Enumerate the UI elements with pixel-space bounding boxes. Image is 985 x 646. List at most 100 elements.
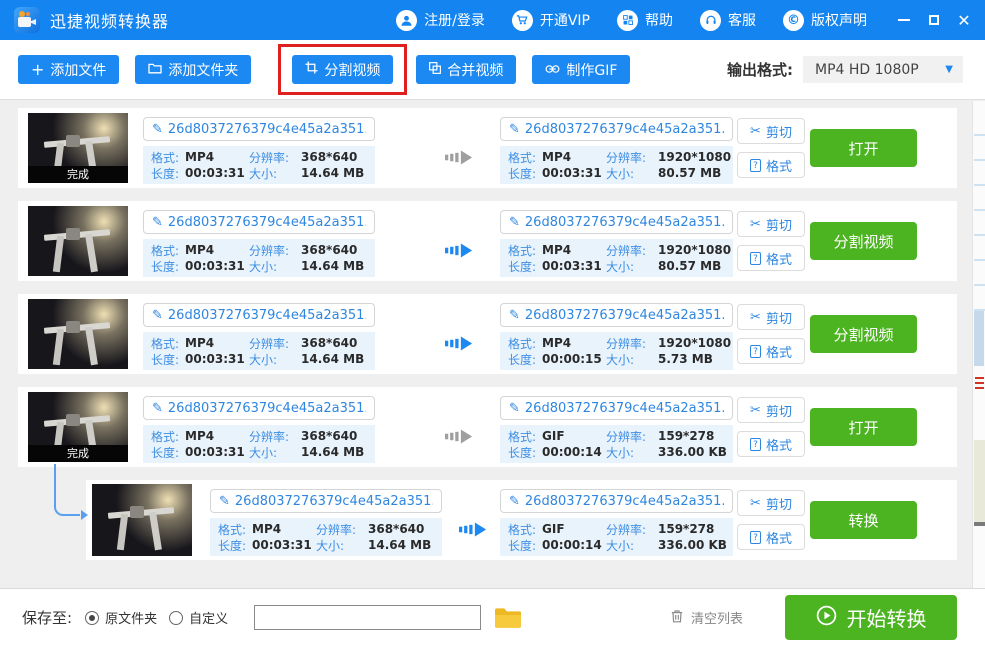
length-label: 长度: (508, 351, 542, 368)
minimize-button[interactable] (897, 13, 911, 27)
merge-icon (429, 62, 441, 78)
clear-list-button[interactable]: 清空列表 (670, 608, 743, 627)
output-info-panel: 格式: MP4 分辨率: 1920*1080 长度: 00:03:31 大小: … (500, 146, 733, 184)
vip-menu-item[interactable]: 开通VIP (512, 10, 590, 31)
edit-pencil-icon: ✎ (509, 215, 520, 230)
radio-original-folder-label[interactable]: 原文件夹 (105, 608, 157, 627)
convert-direction-icon (445, 428, 473, 445)
format-button[interactable]: ? 格式 (737, 524, 805, 550)
copyright-icon: © (783, 10, 804, 31)
source-filename-field[interactable]: ✎ 26d8037276379c4e45a2a351... (143, 303, 375, 327)
output-info-panel: 格式: MP4 分辨率: 1920*1080 长度: 00:00:15 大小: … (500, 332, 733, 370)
save-to-label: 保存至: (22, 607, 72, 628)
login-menu-item[interactable]: 注册/登录 (396, 10, 485, 31)
output-filename-field[interactable]: ✎ 26d8037276379c4e45a2a351... (500, 303, 733, 327)
size-value: 14.64 MB (301, 445, 371, 459)
format-button[interactable]: ? 格式 (737, 152, 805, 178)
cut-button[interactable]: ✂ 剪切 (737, 490, 805, 516)
clear-list-label: 清空列表 (691, 608, 743, 627)
resolution-value: 159*278 (658, 429, 729, 443)
source-filename-field[interactable]: ✎ 26d8037276379c4e45a2a351... (143, 210, 375, 234)
length-value: 00:00:14 (542, 538, 606, 552)
size-value: 14.64 MB (368, 538, 438, 552)
format-button[interactable]: ? 格式 (737, 338, 805, 364)
radio-custom-label[interactable]: 自定义 (189, 608, 228, 627)
header-menu: 注册/登录 开通VIP 帮助 客服 © (396, 10, 867, 31)
output-filename-field[interactable]: ✎ 26d8037276379c4e45a2a351... (500, 210, 733, 234)
folder-icon (494, 617, 522, 632)
size-label: 大小: (606, 537, 658, 554)
size-value: 336.00 KB (658, 538, 729, 552)
app-title: 迅捷视频转换器 (50, 8, 169, 32)
row-action-button[interactable]: 分割视频 (810, 222, 917, 260)
maximize-button[interactable] (927, 13, 941, 27)
output-filename: 26d8037276379c4e45a2a351... (525, 215, 724, 230)
length-value: 00:03:31 (542, 166, 606, 180)
output-filename: 26d8037276379c4e45a2a351... (525, 122, 724, 137)
radio-original-folder[interactable] (85, 611, 99, 625)
source-info-panel: 格式: MP4 分辨率: 368*640 长度: 00:03:31 大小: 14… (143, 425, 375, 463)
format-btn-label: 格式 (766, 435, 792, 454)
edit-pencil-icon: ✎ (509, 401, 520, 416)
video-thumbnail: 完成 (28, 113, 128, 183)
output-filename-field[interactable]: ✎ 26d8037276379c4e45a2a351... (500, 117, 733, 141)
custom-path-input[interactable] (254, 605, 481, 630)
format-value: MP4 (185, 243, 249, 257)
service-menu-item[interactable]: 客服 (700, 10, 756, 31)
row-action-button[interactable]: 打开 (810, 129, 917, 167)
size-value: 336.00 KB (658, 445, 729, 459)
format-value: MP4 (252, 522, 316, 536)
cut-button[interactable]: ✂ 剪切 (737, 118, 805, 144)
size-value: 80.57 MB (658, 166, 731, 180)
folder-outline-icon (148, 62, 162, 78)
plus-icon: + (31, 62, 44, 78)
add-file-button[interactable]: + 添加文件 (18, 55, 119, 84)
cut-button[interactable]: ✂ 剪切 (737, 211, 805, 237)
size-value: 5.73 MB (658, 352, 731, 366)
grid-icon (617, 10, 638, 31)
help-menu-item[interactable]: 帮助 (617, 10, 673, 31)
convert-direction-icon (445, 335, 473, 352)
scrollbar-thumb[interactable] (974, 311, 984, 366)
vip-label: 开通VIP (540, 10, 590, 30)
radio-custom[interactable] (169, 611, 183, 625)
close-button[interactable]: ✕ (957, 13, 971, 27)
add-folder-button[interactable]: 添加文件夹 (135, 55, 251, 84)
source-filename-field[interactable]: ✎ 26d8037276379c4e45a2a351... (143, 396, 375, 420)
output-filename-field[interactable]: ✎ 26d8037276379c4e45a2a351... (500, 489, 733, 513)
source-info-panel: 格式: MP4 分辨率: 368*640 长度: 00:03:31 大小: 14… (143, 239, 375, 277)
format-btn-label: 格式 (766, 249, 792, 268)
format-button[interactable]: ? 格式 (737, 431, 805, 457)
clipped-red-artifact (975, 377, 984, 392)
format-label: 格式: (151, 428, 185, 445)
format-value: MP4 (185, 150, 249, 164)
resolution-value: 1920*1080 (658, 336, 731, 350)
row-action-button[interactable]: 打开 (810, 408, 917, 446)
make-gif-button[interactable]: 制作GIF (532, 55, 630, 84)
split-video-button[interactable]: 分割视频 (292, 55, 393, 84)
source-filename-field[interactable]: ✎ 26d8037276379c4e45a2a351... (210, 489, 442, 513)
cut-button[interactable]: ✂ 剪切 (737, 304, 805, 330)
cut-button[interactable]: ✂ 剪切 (737, 397, 805, 423)
output-format-select[interactable]: MP4 HD 1080P ▼ (803, 56, 963, 83)
source-filename-field[interactable]: ✎ 26d8037276379c4e45a2a351... (143, 117, 375, 141)
thumbnail-highlight (92, 484, 192, 556)
row-action-button[interactable]: 分割视频 (810, 315, 917, 353)
size-label: 大小: (316, 537, 368, 554)
resolution-value: 368*640 (301, 429, 371, 443)
format-value: MP4 (185, 336, 249, 350)
row-action-button[interactable]: 转换 (810, 501, 917, 539)
output-filename-field[interactable]: ✎ 26d8037276379c4e45a2a351... (500, 396, 733, 420)
merge-video-button[interactable]: 合并视频 (416, 55, 516, 84)
resolution-value: 368*640 (301, 243, 371, 257)
start-convert-button[interactable]: 开始转换 (785, 595, 957, 640)
format-button[interactable]: ? 格式 (737, 245, 805, 271)
output-filename: 26d8037276379c4e45a2a351... (525, 494, 724, 509)
list-item: 完成 ✎ 26d8037276379c4e45a2a351... 格式: MP4… (0, 480, 985, 560)
size-label: 大小: (606, 258, 658, 275)
browse-folder-button[interactable] (494, 607, 522, 629)
connector-arrow-icon (81, 510, 88, 520)
format-value: MP4 (542, 243, 606, 257)
copyright-menu-item[interactable]: © 版权声明 (783, 10, 867, 31)
size-label: 大小: (249, 165, 301, 182)
